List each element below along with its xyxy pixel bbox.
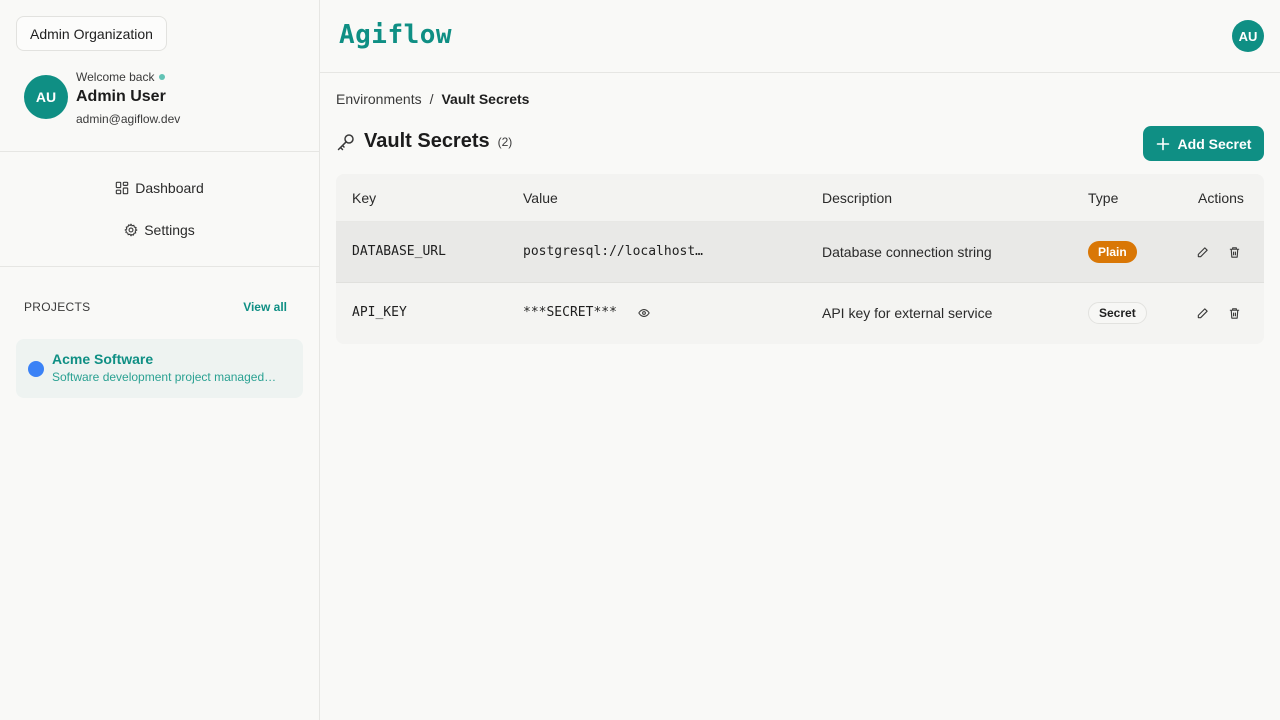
projects-header: PROJECTS View all: [24, 300, 287, 314]
plus-icon: [1156, 137, 1169, 150]
key-icon: [337, 133, 354, 150]
breadcrumb-current: Vault Secrets: [441, 91, 530, 107]
projects-label: PROJECTS: [24, 300, 91, 314]
column-header-actions: Actions: [1198, 190, 1244, 206]
user-email: admin@agiflow.dev: [76, 112, 181, 126]
type-badge: Secret: [1088, 302, 1147, 324]
welcome-text: Welcome back: [76, 70, 166, 84]
gear-icon: [124, 223, 138, 237]
divider: [0, 151, 319, 152]
view-all-link[interactable]: View all: [243, 300, 287, 314]
page-title: Vault Secrets: [364, 130, 490, 152]
top-header: Agiflow AU: [320, 0, 1280, 73]
nav-item-label: Settings: [144, 222, 195, 238]
table-row: API_KEY ***SECRET*** API key for externa…: [336, 283, 1264, 344]
user-name: Admin User: [76, 88, 166, 105]
add-secret-button[interactable]: Add Secret: [1143, 126, 1264, 161]
breadcrumb: Environments / Vault Secrets: [336, 91, 529, 107]
secret-value: ***SECRET***: [523, 305, 617, 320]
type-badge: Plain: [1088, 241, 1137, 263]
nav-item-settings[interactable]: Settings: [0, 215, 319, 245]
table-row: DATABASE_URL postgresql://localhost… Dat…: [336, 222, 1264, 283]
edit-icon[interactable]: [1194, 244, 1210, 260]
secret-description: Database connection string: [822, 244, 992, 260]
breadcrumb-separator: /: [429, 91, 434, 107]
eye-icon[interactable]: [636, 305, 652, 321]
secret-description: API key for external service: [822, 305, 993, 321]
divider: [0, 266, 319, 267]
nav-item-label: Dashboard: [135, 180, 204, 196]
secret-value: postgresql://localhost…: [523, 244, 704, 259]
project-description: Software development project managed…: [52, 370, 277, 384]
welcome-label: Welcome back: [76, 70, 155, 84]
breadcrumb-environments[interactable]: Environments: [336, 91, 422, 107]
column-header-key: Key: [352, 190, 377, 206]
online-status-dot: [159, 74, 166, 80]
avatar[interactable]: AU: [24, 75, 68, 119]
organization-switcher[interactable]: Admin Organization: [16, 16, 167, 51]
sidebar: Admin Organization AU Welcome back Admin…: [0, 0, 320, 720]
user-profile: AU Welcome back Admin User admin@agiflow…: [24, 68, 304, 128]
project-card-acme-software[interactable]: Acme Software Software development proje…: [16, 339, 303, 398]
delete-icon[interactable]: [1226, 244, 1242, 260]
page-title-row: Vault Secrets (2): [336, 130, 512, 153]
delete-icon[interactable]: [1226, 305, 1242, 321]
project-name: Acme Software: [52, 351, 154, 367]
table-header: Key Value Description Type Actions: [336, 174, 1264, 222]
column-header-type: Type: [1088, 190, 1119, 206]
nav-item-dashboard[interactable]: Dashboard: [0, 173, 319, 203]
add-secret-label: Add Secret: [1177, 135, 1252, 152]
secret-key: API_KEY: [352, 305, 407, 320]
secret-count: (2): [497, 134, 513, 149]
agiflow-logo[interactable]: Agiflow: [339, 20, 452, 50]
secret-key: DATABASE_URL: [352, 244, 446, 259]
project-color-dot: [28, 361, 44, 377]
header-avatar[interactable]: AU: [1232, 20, 1264, 52]
dashboard-icon: [115, 181, 129, 195]
edit-icon[interactable]: [1194, 305, 1210, 321]
secrets-table: Key Value Description Type Actions DATAB…: [336, 174, 1264, 344]
column-header-description: Description: [822, 190, 893, 206]
column-header-value: Value: [523, 190, 558, 206]
